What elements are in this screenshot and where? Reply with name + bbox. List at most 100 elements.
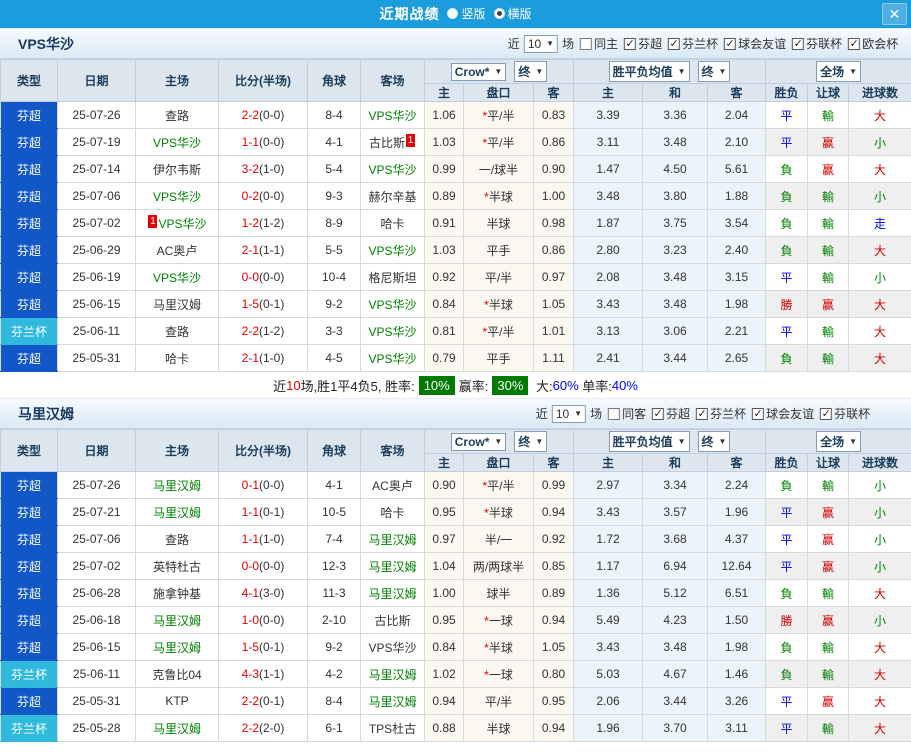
eu-away-odds: 3.15: [707, 263, 767, 291]
ah-line: 半/一: [463, 525, 534, 553]
away-team-name: VPS华沙: [368, 162, 417, 177]
eu-away-odds: 2.24: [707, 471, 767, 499]
home-team-name: VPS华沙: [152, 270, 201, 285]
result-wdl: 平: [765, 498, 809, 526]
home-team-name: 施拿钟基: [152, 586, 201, 601]
scope-dropdown[interactable]: 全场 ▼: [816, 431, 861, 452]
eu-home-odds: 5.03: [573, 660, 644, 688]
europe-odds-dropdown[interactable]: 胜平负均值 ▼: [608, 431, 690, 452]
match-score: 1-5(0-1): [218, 290, 308, 318]
radio-icon: [447, 7, 459, 19]
filter-checkbox[interactable]: ✓: [848, 37, 861, 50]
away-team-name: 哈卡: [380, 216, 405, 231]
match-type: 芬兰杯: [0, 317, 58, 345]
ah-away-odds: 0.97: [532, 263, 575, 291]
corners: 11-3: [307, 579, 361, 607]
near-label: 近: [507, 37, 520, 51]
corners: 6-1: [307, 714, 361, 742]
result-goals: 大: [848, 344, 911, 372]
ah-line: 平/半: [463, 263, 534, 291]
dropdown-value: 10: [527, 36, 542, 51]
corners: 9-2: [307, 290, 361, 318]
match-count-dropdown[interactable]: 10 ▼: [523, 34, 559, 53]
ah-home-odds: 0.81: [424, 317, 464, 345]
ah-away-odds: 0.90: [532, 155, 575, 183]
filter-checkbox[interactable]: ✓: [820, 407, 833, 420]
close-button[interactable]: ✕: [882, 3, 907, 25]
corners: 7-4: [307, 525, 361, 553]
filter-checkbox[interactable]: ✓: [792, 37, 805, 50]
win-rate-badge: 10%: [418, 375, 455, 395]
ah-line-text: 平手: [486, 243, 511, 258]
layout-radio-1[interactable]: 横版: [493, 5, 532, 22]
table-row: 芬超 25-07-21 马里汉姆 1-1(0-1) 10-5 哈卡 0.95 *半球 0.94 3…: [0, 498, 911, 526]
ah-away-odds: 0.94: [532, 606, 575, 634]
filter-checkbox[interactable]: ✓: [624, 37, 637, 50]
match-date: 25-06-11: [57, 660, 136, 688]
match-date: 25-07-02: [57, 552, 136, 580]
eu-draw-odds: 3.48: [642, 128, 709, 156]
eu-home-odds: 3.48: [573, 182, 644, 210]
handicap-company-dropdown[interactable]: Crow* ▼: [450, 62, 507, 81]
result-goals: 小: [848, 498, 911, 526]
chevron-down-icon: ▼: [494, 67, 503, 76]
result-handicap: 輸: [807, 182, 850, 210]
corners: 2-10: [307, 606, 361, 634]
corners: 12-3: [307, 552, 361, 580]
filter-checkbox[interactable]: [608, 407, 621, 420]
europe-odds-dropdown[interactable]: 胜平负均值 ▼: [608, 61, 690, 82]
content-area: VPS华沙近 10 ▼ 场同主 ✓ 芬超 ✓ 芬兰杯 ✓ 球会友谊 ✓ 芬联杯 ✓ 欧会杯 类型 日期 主场 比分…: [0, 28, 911, 742]
result-wdl: 平: [765, 552, 809, 580]
ah-line: *平/半: [463, 101, 534, 129]
handicap-final-dropdown[interactable]: 终 ▼: [514, 61, 548, 82]
away-team: VPS华沙: [360, 101, 425, 129]
home-team: 马里汉姆: [135, 606, 219, 634]
big-rate: 60%: [552, 377, 579, 393]
filter-checkbox[interactable]: ✓: [652, 407, 665, 420]
eu-home-odds: 1.87: [573, 209, 644, 237]
away-team: 马里汉姆: [360, 525, 425, 553]
result-goals: 小: [848, 525, 911, 553]
away-team: VPS华沙: [360, 344, 425, 372]
sub-column-header-2: 客: [532, 453, 575, 472]
full-time-score: 0-1: [241, 478, 259, 492]
filter-checkbox[interactable]: ✓: [668, 37, 681, 50]
handicap-final-dropdown[interactable]: 终 ▼: [514, 431, 548, 452]
match-type: 芬超: [0, 471, 58, 499]
eu-home-odds: 3.43: [573, 633, 644, 661]
table-row: 芬超 25-07-02 英特杜古 0-0(0-0) 12-3 马里汉姆 1.04 两/两球半 0…: [0, 552, 911, 580]
match-score: 3-2(1-0): [218, 155, 308, 183]
half-time-score: (0-0): [259, 189, 285, 203]
full-time-score: 0-0: [241, 559, 259, 573]
away-team-name: AC奥卢: [372, 478, 413, 493]
match-count-dropdown[interactable]: 10 ▼: [551, 404, 587, 423]
match-score: 4-1(3-0): [218, 579, 308, 607]
away-team-name: 马里汉姆: [368, 559, 417, 574]
ah-home-odds: 0.91: [424, 209, 464, 237]
filter-checkbox[interactable]: [580, 37, 593, 50]
home-team: 查路: [135, 101, 219, 129]
filter-checkbox[interactable]: ✓: [752, 407, 765, 420]
home-team-name: 查路: [164, 532, 189, 547]
ah-line: 平手: [463, 344, 534, 372]
away-team: VPS华沙: [360, 317, 425, 345]
match-score: 2-2(0-1): [218, 687, 308, 715]
half-time-score: (0-0): [259, 559, 285, 573]
ah-away-odds: 0.94: [532, 498, 575, 526]
eu-away-odds: 2.10: [707, 128, 767, 156]
scope-dropdown[interactable]: 全场 ▼: [816, 61, 861, 82]
filter-checkbox[interactable]: ✓: [724, 37, 737, 50]
result-wdl: 負: [765, 182, 809, 210]
league-filter-label-1: 芬兰杯: [682, 37, 719, 51]
ah-home-odds: 1.00: [424, 579, 464, 607]
filter-checkbox[interactable]: ✓: [696, 407, 709, 420]
ah-line-text: 一/球半: [478, 162, 519, 177]
sub-column-header-6: 胜负: [765, 83, 809, 102]
europe-final-dropdown[interactable]: 终 ▼: [697, 61, 731, 82]
home-team-name: 哈卡: [164, 351, 189, 366]
layout-radio-0[interactable]: 竖版: [447, 5, 486, 22]
europe-final-dropdown[interactable]: 终 ▼: [697, 431, 731, 452]
table-row: 芬超 25-07-26 查路 2-2(0-0) 8-4 VPS华沙 1.06 *平/半 0.83…: [0, 101, 911, 129]
handicap-company-dropdown[interactable]: Crow* ▼: [450, 432, 507, 451]
ah-line-text: 平手: [486, 351, 511, 366]
